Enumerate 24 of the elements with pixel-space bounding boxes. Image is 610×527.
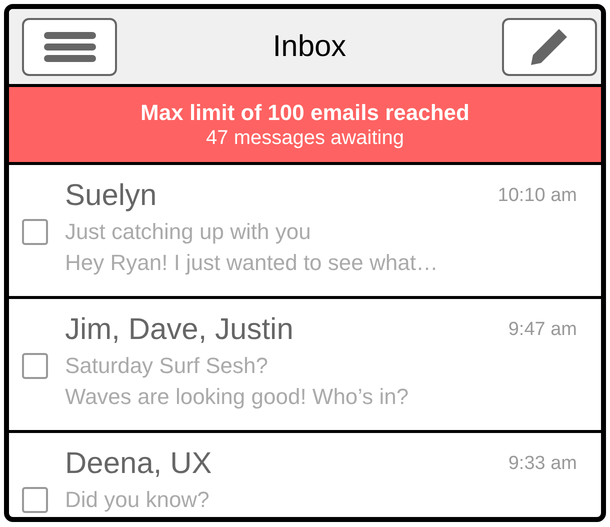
menu-icon	[44, 30, 96, 64]
window-title: Inbox	[272, 30, 346, 64]
banner-subtitle: 47 messages awaiting	[206, 126, 404, 150]
sender-name: Deena, UX	[65, 447, 213, 481]
checkbox[interactable]	[22, 219, 48, 245]
menu-button[interactable]	[22, 18, 117, 76]
message-subject: Saturday Surf Sesh?	[65, 353, 270, 379]
message-row[interactable]: Deena, UX 9:33 am Did you know?	[9, 433, 601, 517]
message-row[interactable]: Suelyn 10:10 am Just catching up with you Hey Ryan! I just wanted to see what…	[9, 165, 601, 299]
message-time: 10:10 am	[498, 185, 577, 207]
message-subject: Did you know?	[65, 487, 210, 513]
sender-name: Jim, Dave, Justin	[65, 313, 294, 347]
message-time: 9:33 am	[508, 453, 577, 475]
message-preview: Hey Ryan! I just wanted to see what…	[65, 250, 439, 276]
message-subject: Just catching up with you	[65, 219, 312, 245]
checkbox[interactable]	[22, 353, 48, 379]
banner-title: Max limit of 100 emails reached	[140, 100, 470, 126]
sender-name: Suelyn	[65, 179, 158, 213]
compose-button[interactable]	[502, 18, 597, 76]
pencil-icon	[529, 27, 570, 67]
message-preview: Waves are looking good! Who’s in?	[65, 384, 410, 410]
message-row[interactable]: Jim, Dave, Justin 9:47 am Saturday Surf Sesh? Waves are looking good! Who’s in?	[9, 299, 601, 433]
checkbox[interactable]	[22, 487, 48, 513]
message-time: 9:47 am	[508, 319, 577, 341]
